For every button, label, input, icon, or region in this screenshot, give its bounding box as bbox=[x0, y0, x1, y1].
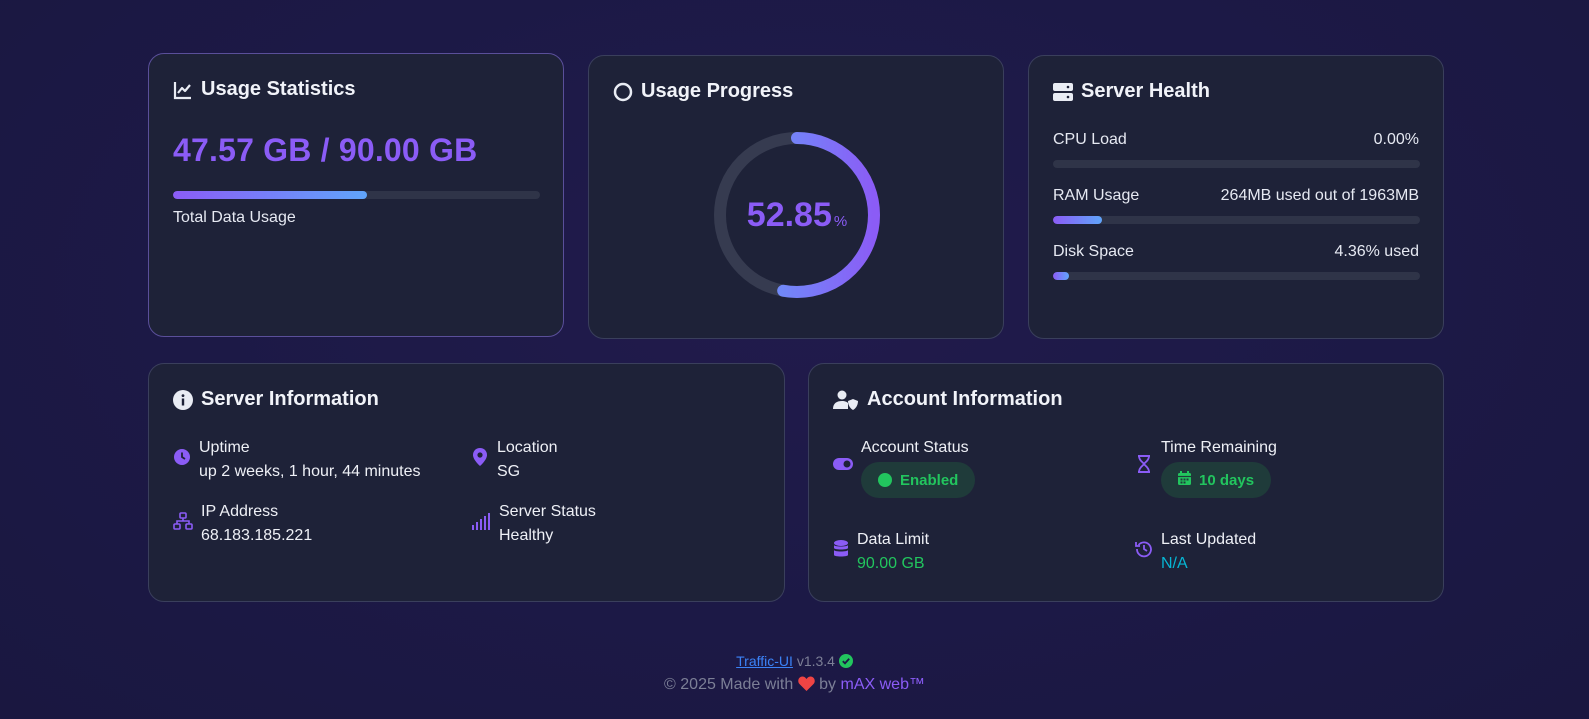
server-health-card: Server Health CPU Load 0.00% RAM Usage 2… bbox=[1028, 55, 1444, 339]
last-updated-item: Last Updated N/A bbox=[1135, 528, 1256, 576]
server-information-title-text: Server Information bbox=[201, 388, 379, 410]
last-updated-label: Last Updated bbox=[1161, 531, 1257, 548]
disk-space-label: Disk Space bbox=[1053, 243, 1134, 260]
time-remaining-value: 10 days bbox=[1199, 471, 1255, 489]
cpu-load-row: CPU Load 0.00% bbox=[1053, 131, 1419, 149]
version-text: v1.3.4 bbox=[796, 653, 835, 669]
server-information-card: Server Information Uptime up 2 weeks, 1 … bbox=[148, 363, 785, 602]
server-health-title-text: Server Health bbox=[1081, 80, 1210, 102]
verified-check-icon bbox=[838, 654, 853, 671]
toggle-on-icon bbox=[833, 455, 853, 473]
account-status-label: Account Status bbox=[861, 439, 969, 456]
network-icon bbox=[173, 512, 193, 530]
hourglass-icon bbox=[1135, 455, 1153, 473]
by-text: by bbox=[819, 676, 837, 693]
ip-address-item: IP Address 68.183.185.221 bbox=[173, 500, 312, 548]
uptime-value: up 2 weeks, 1 hour, 44 minutes bbox=[199, 463, 421, 480]
cpu-load-label: CPU Load bbox=[1053, 131, 1127, 148]
server-status-label: Server Status bbox=[499, 503, 596, 520]
traffic-ui-link[interactable]: Traffic-UI bbox=[736, 653, 793, 669]
server-information-title: Server Information bbox=[173, 388, 379, 411]
account-information-title-text: Account Information bbox=[867, 388, 1063, 410]
uptime-label: Uptime bbox=[199, 439, 250, 456]
signal-bars-icon bbox=[471, 512, 491, 530]
location-value: SG bbox=[497, 463, 521, 480]
uptime-item: Uptime up 2 weeks, 1 hour, 44 minutes bbox=[173, 436, 420, 484]
footer-version-line: Traffic-UI v1.3.4 bbox=[0, 653, 1589, 671]
usage-bar-fill bbox=[173, 191, 367, 199]
clock-icon bbox=[173, 448, 191, 466]
disk-space-bar bbox=[1053, 272, 1420, 280]
usage-bar-track bbox=[173, 191, 540, 199]
disk-space-fill bbox=[1053, 272, 1069, 280]
user-shield-icon bbox=[833, 390, 859, 410]
circle-notch-icon bbox=[613, 82, 633, 102]
ip-address-value: 68.183.185.221 bbox=[201, 527, 313, 544]
ip-address-label: IP Address bbox=[201, 503, 279, 520]
usage-progress-title-text: Usage Progress bbox=[641, 80, 794, 102]
ring-percent: 52.85 bbox=[746, 195, 832, 234]
data-limit-label: Data Limit bbox=[857, 531, 930, 548]
ram-usage-fill bbox=[1053, 216, 1103, 224]
ram-usage-row: RAM Usage 264MB used out of 1963MB bbox=[1053, 187, 1419, 205]
ram-usage-label: RAM Usage bbox=[1053, 187, 1140, 204]
account-status-value: Enabled bbox=[900, 471, 959, 489]
history-icon bbox=[1135, 540, 1153, 558]
usage-caption: Total Data Usage bbox=[173, 209, 296, 226]
ram-usage-value: 264MB used out of 1963MB bbox=[1220, 187, 1419, 204]
time-remaining-label: Time Remaining bbox=[1161, 439, 1277, 456]
ring-unit: % bbox=[833, 212, 848, 230]
location-item: Location SG bbox=[471, 436, 558, 484]
heart-icon bbox=[797, 676, 815, 696]
status-dot-icon bbox=[878, 473, 892, 487]
server-status-value: Healthy bbox=[499, 527, 554, 544]
calendar-icon bbox=[1178, 471, 1191, 489]
ram-usage-bar bbox=[1053, 216, 1420, 224]
cpu-load-bar bbox=[1053, 160, 1420, 168]
ring-label: 52.85 % bbox=[712, 130, 882, 300]
time-remaining-item: Time Remaining 10 days bbox=[1135, 436, 1277, 498]
location-label: Location bbox=[497, 439, 558, 456]
disk-space-value: 4.36% used bbox=[1334, 243, 1419, 260]
map-pin-icon bbox=[471, 448, 489, 466]
account-information-title: Account Information bbox=[833, 388, 1063, 411]
brand-name: mAX web™ bbox=[840, 676, 925, 693]
usage-statistics-title-text: Usage Statistics bbox=[201, 78, 356, 100]
time-remaining-badge: 10 days bbox=[1161, 462, 1272, 498]
data-limit-item: Data Limit 90.00 GB bbox=[833, 528, 929, 576]
usage-statistics-card: Usage Statistics 47.57 GB / 90.00 GB Tot… bbox=[148, 53, 564, 337]
server-status-item: Server Status Healthy bbox=[471, 500, 596, 548]
disk-space-row: Disk Space 4.36% used bbox=[1053, 243, 1419, 261]
info-circle-icon bbox=[173, 389, 193, 410]
usage-statistics-title: Usage Statistics bbox=[173, 78, 356, 101]
account-information-card: Account Information Account Status Enabl… bbox=[808, 363, 1444, 602]
usage-amount: 47.57 GB / 90.00 GB bbox=[173, 132, 478, 168]
data-limit-value: 90.00 GB bbox=[857, 555, 925, 572]
cpu-load-value: 0.00% bbox=[1373, 131, 1419, 148]
server-health-title: Server Health bbox=[1053, 80, 1210, 103]
database-icon bbox=[833, 540, 849, 558]
account-status-badge: Enabled bbox=[861, 462, 976, 498]
made-with-text: © 2025 Made with bbox=[664, 676, 794, 693]
last-updated-value: N/A bbox=[1161, 555, 1188, 572]
chart-line-icon bbox=[173, 80, 193, 100]
usage-progress-card: Usage Progress 52.85 % bbox=[588, 55, 1004, 339]
usage-progress-title: Usage Progress bbox=[613, 80, 793, 103]
server-icon bbox=[1053, 82, 1073, 102]
footer-credit-line: © 2025 Made with by mAX web™ bbox=[0, 676, 1589, 696]
usage-progress-ring: 52.85 % bbox=[712, 130, 882, 300]
account-status-item: Account Status Enabled bbox=[833, 436, 976, 498]
